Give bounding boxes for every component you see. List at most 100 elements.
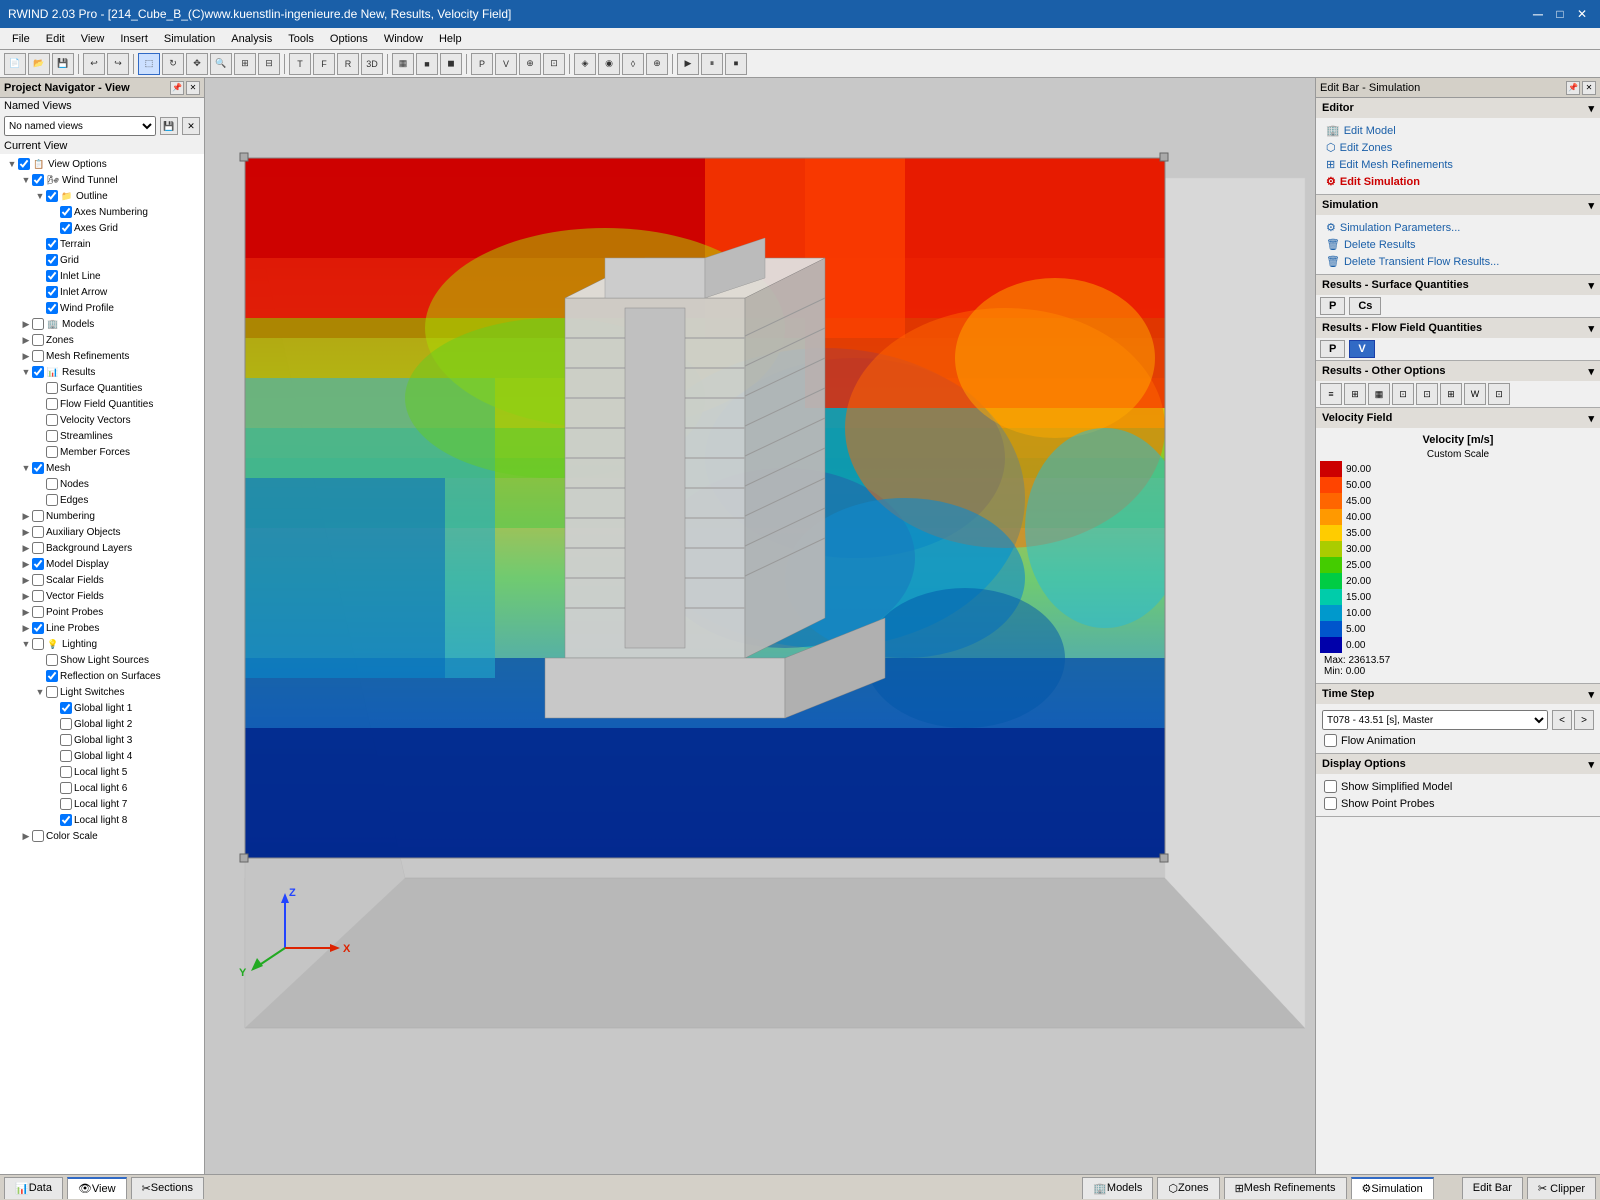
tree-checkbox-19[interactable] bbox=[32, 462, 44, 474]
menu-file[interactable]: File bbox=[4, 31, 38, 47]
expand-arrow-19[interactable]: ▼ bbox=[20, 462, 32, 474]
expand-arrow-41[interactable] bbox=[48, 814, 60, 826]
expand-arrow-7[interactable] bbox=[34, 270, 46, 282]
toolbar-b2[interactable]: V bbox=[495, 53, 517, 75]
expand-arrow-34[interactable] bbox=[48, 702, 60, 714]
tree-checkbox-12[interactable] bbox=[32, 350, 44, 362]
tree-checkbox-14[interactable] bbox=[46, 382, 58, 394]
restore-button[interactable]: □ bbox=[1550, 4, 1570, 24]
tree-checkbox-8[interactable] bbox=[46, 286, 58, 298]
tree-item-17[interactable]: Streamlines bbox=[2, 428, 202, 444]
tree-item-31[interactable]: Show Light Sources bbox=[2, 652, 202, 668]
tree-item-8[interactable]: Inlet Arrow bbox=[2, 284, 202, 300]
tab-sections[interactable]: ✂ Sections bbox=[131, 1177, 204, 1199]
tree-checkbox-33[interactable] bbox=[46, 686, 58, 698]
expand-arrow-3[interactable] bbox=[48, 206, 60, 218]
other-opt-5[interactable]: ⊡ bbox=[1416, 383, 1438, 405]
simulation-section-title[interactable]: Simulation ▾ bbox=[1316, 195, 1600, 215]
tree-checkbox-4[interactable] bbox=[60, 222, 72, 234]
tree-item-2[interactable]: ▼📁Outline bbox=[2, 188, 202, 204]
tree-checkbox-24[interactable] bbox=[32, 542, 44, 554]
tree-item-11[interactable]: ▶Zones bbox=[2, 332, 202, 348]
toolbar-b9[interactable]: ▶ bbox=[677, 53, 699, 75]
toolbar-undo[interactable]: ↩ bbox=[83, 53, 105, 75]
toolbar-b11[interactable]: ⏹ bbox=[725, 53, 747, 75]
tree-checkbox-17[interactable] bbox=[46, 430, 58, 442]
tree-item-0[interactable]: ▼📋View Options bbox=[2, 156, 202, 172]
toolbar-view-right[interactable]: R bbox=[337, 53, 359, 75]
viewport[interactable]: Z X Y bbox=[205, 78, 1315, 1174]
tree-item-38[interactable]: Local light 5 bbox=[2, 764, 202, 780]
tree-checkbox-27[interactable] bbox=[32, 590, 44, 602]
toolbar-rotate[interactable]: ↻ bbox=[162, 53, 184, 75]
expand-arrow-30[interactable]: ▼ bbox=[20, 638, 32, 650]
expand-arrow-21[interactable] bbox=[34, 494, 46, 506]
toolbar-b3[interactable]: ⊕ bbox=[519, 53, 541, 75]
tree-item-22[interactable]: ▶Numbering bbox=[2, 508, 202, 524]
tree-item-10[interactable]: ▶🏢Models bbox=[2, 316, 202, 332]
tree-item-29[interactable]: ▶Line Probes bbox=[2, 620, 202, 636]
tree-checkbox-10[interactable] bbox=[32, 318, 44, 330]
tree-checkbox-37[interactable] bbox=[60, 750, 72, 762]
tree-item-13[interactable]: ▼📊Results bbox=[2, 364, 202, 380]
surface-quantities-title[interactable]: Results - Surface Quantities ▾ bbox=[1316, 275, 1600, 295]
panel-pin-button[interactable]: 📌 bbox=[170, 81, 184, 95]
tree-checkbox-15[interactable] bbox=[46, 398, 58, 410]
menu-simulation[interactable]: Simulation bbox=[156, 31, 223, 47]
tree-checkbox-20[interactable] bbox=[46, 478, 58, 490]
toolbar-b1[interactable]: P bbox=[471, 53, 493, 75]
other-opt-4[interactable]: ⊡ bbox=[1392, 383, 1414, 405]
minimize-button[interactable]: ─ bbox=[1528, 4, 1548, 24]
tree-checkbox-29[interactable] bbox=[32, 622, 44, 634]
flow-field-title[interactable]: Results - Flow Field Quantities ▾ bbox=[1316, 318, 1600, 338]
tree-item-34[interactable]: Global light 1 bbox=[2, 700, 202, 716]
tree-checkbox-34[interactable] bbox=[60, 702, 72, 714]
expand-arrow-14[interactable] bbox=[34, 382, 46, 394]
tree-checkbox-13[interactable] bbox=[32, 366, 44, 378]
other-opt-8[interactable]: ⊡ bbox=[1488, 383, 1510, 405]
tree-checkbox-5[interactable] bbox=[46, 238, 58, 250]
other-opt-6[interactable]: ⊞ bbox=[1440, 383, 1462, 405]
tree-checkbox-11[interactable] bbox=[32, 334, 44, 346]
expand-arrow-38[interactable] bbox=[48, 766, 60, 778]
display-options-title[interactable]: Display Options ▾ bbox=[1316, 754, 1600, 774]
expand-arrow-13[interactable]: ▼ bbox=[20, 366, 32, 378]
tree-item-15[interactable]: Flow Field Quantities bbox=[2, 396, 202, 412]
sim-params-btn[interactable]: ⚙ Simulation Parameters... bbox=[1320, 219, 1596, 236]
tab-data[interactable]: 📊 Data bbox=[4, 1177, 63, 1199]
panel-close-button[interactable]: ✕ bbox=[186, 81, 200, 95]
toolbar-view-front[interactable]: F bbox=[313, 53, 335, 75]
show-point-probes-check[interactable] bbox=[1324, 797, 1337, 810]
expand-arrow-35[interactable] bbox=[48, 718, 60, 730]
tree-item-21[interactable]: Edges bbox=[2, 492, 202, 508]
tab-mesh-refinements[interactable]: ⊞ Mesh Refinements bbox=[1224, 1177, 1347, 1199]
tree-checkbox-35[interactable] bbox=[60, 718, 72, 730]
edit-zones-btn[interactable]: ⬡ Edit Zones bbox=[1320, 139, 1596, 156]
tree-item-27[interactable]: ▶Vector Fields bbox=[2, 588, 202, 604]
expand-arrow-32[interactable] bbox=[34, 670, 46, 682]
timestep-prev-btn[interactable]: < bbox=[1552, 710, 1572, 730]
toolbar-view-top[interactable]: T bbox=[289, 53, 311, 75]
toolbar-pan[interactable]: ✥ bbox=[186, 53, 208, 75]
tree-checkbox-1[interactable] bbox=[32, 174, 44, 186]
toolbar-b6[interactable]: ◉ bbox=[598, 53, 620, 75]
menu-view[interactable]: View bbox=[73, 31, 113, 47]
menu-tools[interactable]: Tools bbox=[280, 31, 322, 47]
tree-item-7[interactable]: Inlet Line bbox=[2, 268, 202, 284]
timestep-next-btn[interactable]: > bbox=[1574, 710, 1594, 730]
timestep-select[interactable]: T078 - 43.51 [s], Master bbox=[1322, 710, 1548, 730]
menu-analysis[interactable]: Analysis bbox=[223, 31, 280, 47]
expand-arrow-6[interactable] bbox=[34, 254, 46, 266]
expand-arrow-24[interactable]: ▶ bbox=[20, 542, 32, 554]
tree-item-25[interactable]: ▶Model Display bbox=[2, 556, 202, 572]
toolbar-render-solid[interactable]: ■ bbox=[416, 53, 438, 75]
toolbar-view-3d[interactable]: 3D bbox=[361, 53, 383, 75]
tab-edit-bar[interactable]: Edit Bar bbox=[1462, 1177, 1523, 1199]
toolbar-b4[interactable]: ⊡ bbox=[543, 53, 565, 75]
show-simplified-check[interactable] bbox=[1324, 780, 1337, 793]
menu-options[interactable]: Options bbox=[322, 31, 376, 47]
tree-checkbox-16[interactable] bbox=[46, 414, 58, 426]
tree-item-18[interactable]: Member Forces bbox=[2, 444, 202, 460]
corner-handle-tl[interactable] bbox=[240, 153, 248, 161]
expand-arrow-33[interactable]: ▼ bbox=[34, 686, 46, 698]
